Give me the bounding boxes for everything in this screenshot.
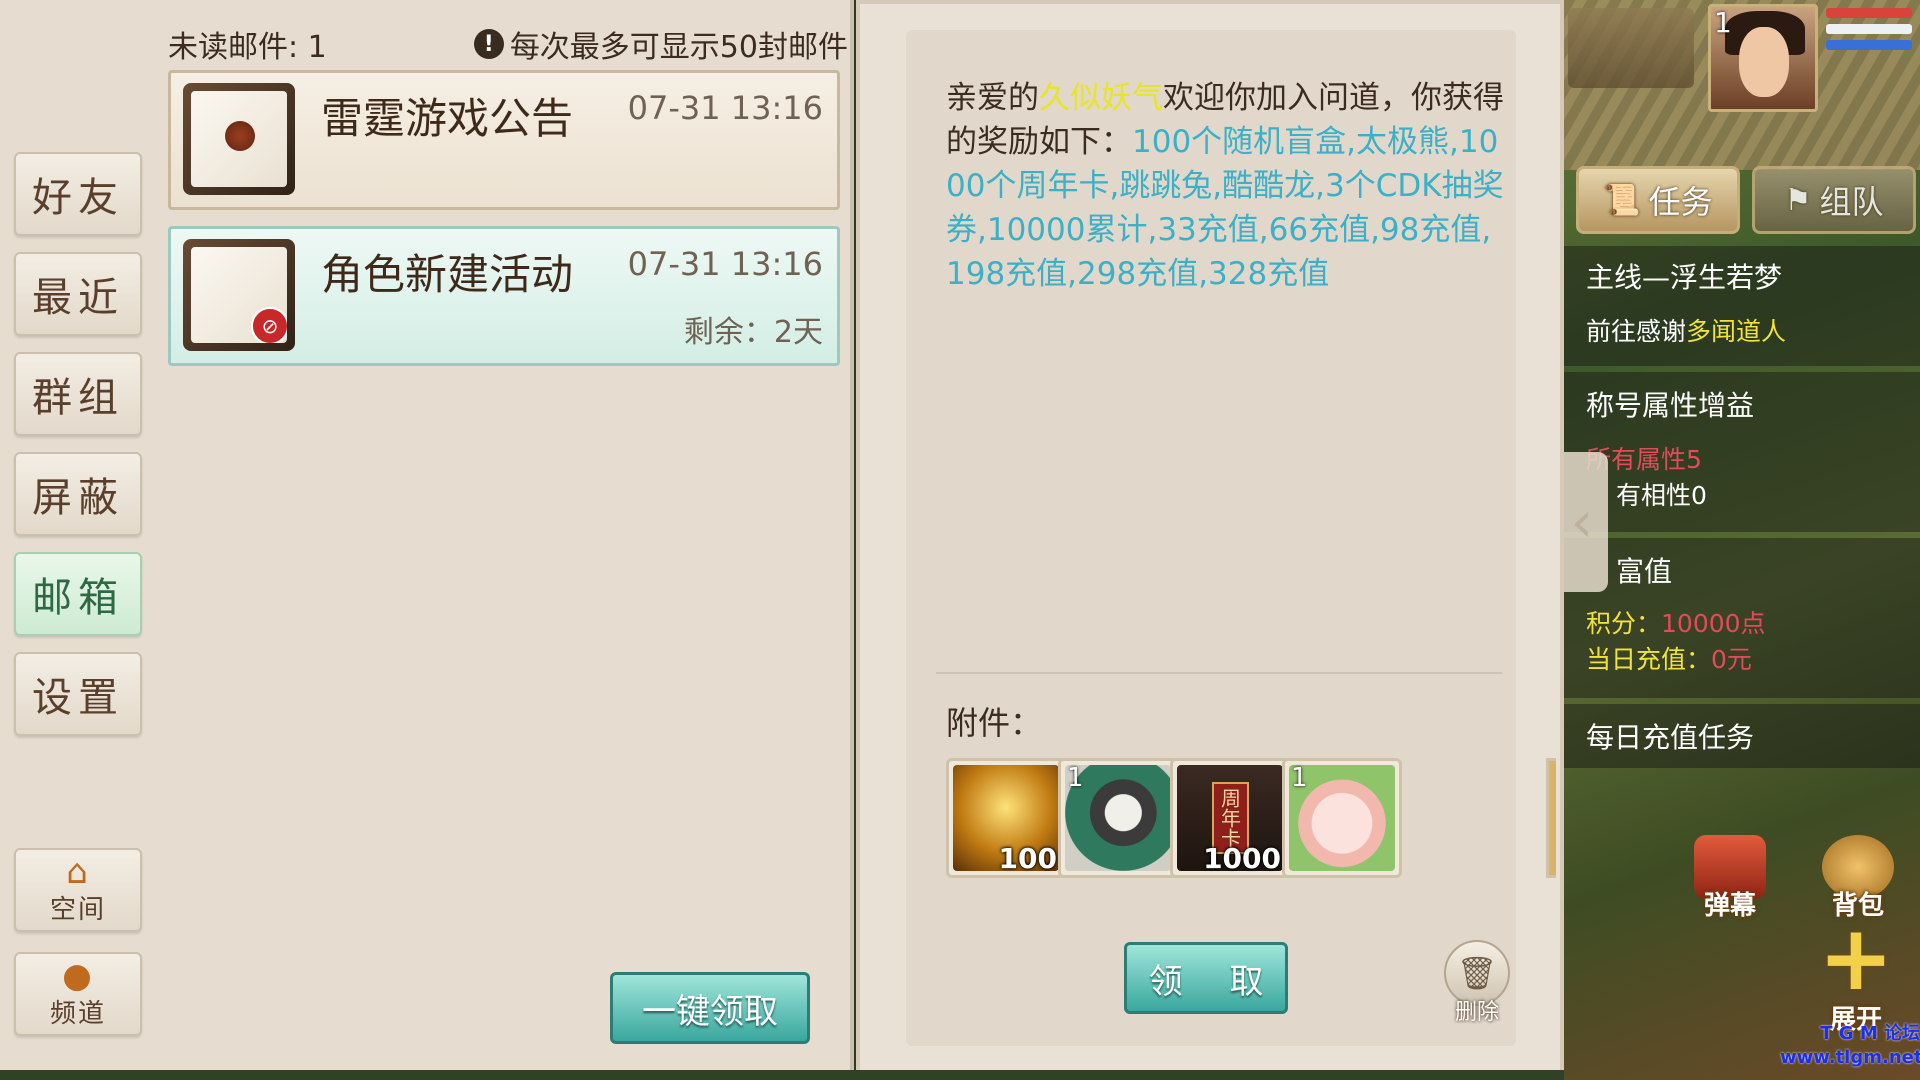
attachment-taiji-bear[interactable]: 1 [1058, 758, 1178, 878]
daily-recharge-label: 当日充值： [1586, 645, 1712, 674]
mail-limit-note: ! 每次最多可显示50封邮件 [473, 22, 848, 66]
danmu-button[interactable]: 弹幕 [1682, 826, 1778, 922]
attr-affinity: 有相性0 [1616, 481, 1707, 510]
player-name: 久似妖气 [1039, 80, 1163, 116]
letter-with-attachment-icon: ⊘ [183, 239, 295, 351]
daily-recharge-value: 0元 [1711, 645, 1752, 674]
game-hud: 1 📜 任务 ⚑ 组队 主线—浮生若梦 前往感谢多闻道人 称号属性增益 所有属性… [1564, 0, 1920, 1080]
avatar-level: 1 [1714, 6, 1732, 39]
attachment-blind-box[interactable]: 100 [946, 758, 1066, 878]
main-quest-npc: 多闻道人 [1686, 317, 1787, 346]
scroll-icon: 📜 [1603, 182, 1641, 218]
home-icon: ⌂ [66, 851, 90, 892]
mail-body: 亲爱的久似妖气欢迎你加入问道，你获得的奖励如下：100个随机盲盒,太极熊,100… [946, 76, 1506, 296]
daily-recharge-line: 当日充值：0元 [1586, 640, 1752, 676]
mail-time: 07-31 13:16 [627, 245, 823, 283]
daily-task[interactable]: 每日充值任务 [1564, 704, 1920, 768]
watermark-line-2: www.tlgm.net [1780, 1047, 1920, 1068]
mail-title: 角色新建活动 [321, 250, 574, 299]
item-quantity: 1000 [1203, 842, 1281, 875]
attachment-anniversary-card[interactable]: 周年卡 1000 [1170, 758, 1290, 878]
sealed-envelope-icon [183, 83, 295, 195]
mail-item-new-character-event[interactable]: ⊘ 角色新建活动 07-31 13:16 剩余：2天 [168, 226, 840, 366]
mail-detail-content: 亲爱的久似妖气欢迎你加入问道，你获得的奖励如下：100个随机盲盒,太极熊,100… [906, 30, 1556, 1046]
main-quest-title: 主线—浮生若梦 [1586, 261, 1783, 294]
plus-icon: + [1818, 906, 1894, 1011]
nav-settings-button[interactable]: 设置 [14, 652, 142, 736]
divider [936, 672, 1502, 674]
mail-title: 雷霆游戏公告 [321, 94, 574, 143]
nav-blocked-button[interactable]: 屏蔽 [14, 452, 142, 536]
mail-item-announcement[interactable]: 雷霆游戏公告 07-31 13:16 [168, 70, 840, 210]
tab-team[interactable]: ⚑ 组队 [1752, 166, 1916, 234]
points-label: 积分： [1586, 609, 1662, 638]
unread-count: 未读邮件: 1 [168, 30, 327, 65]
points-line: 积分：10000点 [1586, 604, 1766, 640]
space-label: 空间 [49, 894, 106, 925]
quest-tracker: 主线—浮生若梦 前往感谢多闻道人 称号属性增益 所有属性5 有相性0 富值 积分… [1564, 240, 1920, 768]
space-button[interactable]: ⌂ 空间 [14, 848, 142, 932]
bottom-strip [0, 1070, 1564, 1080]
main-quest-prefix: 前往感谢 [1586, 317, 1687, 346]
main-quest-desc: 前往感谢多闻道人 [1586, 312, 1786, 348]
mail-detail-panel: 亲爱的久似妖气欢迎你加入问道，你获得的奖励如下：100个随机盲盒,太极熊,100… [856, 0, 1564, 1080]
title-bonus-label: 称号属性增益 [1586, 389, 1755, 422]
nav-friends-button[interactable]: 好友 [14, 152, 142, 236]
wealth-section[interactable]: 富值 积分：10000点 当日充值：0元 [1564, 538, 1920, 698]
attachment-partial-next[interactable] [1546, 758, 1556, 878]
item-level: 1 [1291, 763, 1308, 793]
flag-icon: ⚑ [1784, 182, 1812, 218]
mail-list-header: 未读邮件: 1 ! 每次最多可显示50封邮件 [168, 18, 848, 65]
mail-limit-text: 每次最多可显示50封邮件 [509, 30, 848, 65]
tab-task-label: 任务 [1648, 183, 1713, 221]
title-bonus[interactable]: 称号属性增益 所有属性5 有相性0 [1564, 372, 1920, 532]
daily-task-label: 每日充值任务 [1586, 721, 1755, 754]
paperclip-icon: ⊘ [251, 307, 287, 343]
points-value: 10000点 [1661, 609, 1766, 638]
exclamation-icon: ! [473, 29, 504, 59]
collapse-arrow-icon[interactable]: ‹ [1564, 452, 1608, 592]
mail-time: 07-31 13:16 [627, 89, 823, 127]
item-level: 1 [1067, 763, 1084, 793]
claim-all-button[interactable]: 一键领取 [610, 972, 810, 1044]
item-quantity: 100 [998, 842, 1057, 875]
tab-team-label: 组队 [1819, 183, 1884, 221]
channel-button[interactable]: ● 频道 [14, 952, 142, 1036]
tab-task[interactable]: 📜 任务 [1576, 166, 1740, 234]
player-status-bars [1826, 8, 1912, 66]
hud-top-button[interactable] [1568, 8, 1694, 88]
danmu-label: 弹幕 [1703, 891, 1756, 921]
watermark: T G M 论坛 www.tlgm.net [1780, 1022, 1920, 1070]
nav-recent-button[interactable]: 最近 [14, 252, 142, 336]
left-nav: 好友 最近 群组 屏蔽 邮箱 设置 ⌂ 空间 ● 频道 [0, 0, 162, 1080]
mail-list-panel: 未读邮件: 1 ! 每次最多可显示50封邮件 雷霆游戏公告 07-31 13:1… [160, 0, 854, 1080]
delete-label: 删除 [1454, 1000, 1499, 1025]
chat-bubble-icon: ● [62, 955, 94, 996]
mail-remaining: 剩余：2天 [683, 315, 823, 350]
delete-button[interactable]: 🗑 删除 [1442, 940, 1512, 1030]
channel-label: 频道 [49, 998, 106, 1029]
watermark-line-1: T G M 论坛 [1820, 1023, 1920, 1044]
main-quest[interactable]: 主线—浮生若梦 前往感谢多闻道人 [1564, 246, 1920, 366]
nav-groups-button[interactable]: 群组 [14, 352, 142, 436]
wealth-title: 富值 [1616, 555, 1673, 588]
attachment-jumping-rabbit[interactable]: 1 [1282, 758, 1402, 878]
claim-button[interactable]: 领 取 [1124, 942, 1288, 1014]
mail-greeting: 亲爱的 [946, 80, 1039, 116]
attachments-label: 附件： [946, 704, 1043, 742]
nav-mailbox-button[interactable]: 邮箱 [14, 552, 142, 636]
